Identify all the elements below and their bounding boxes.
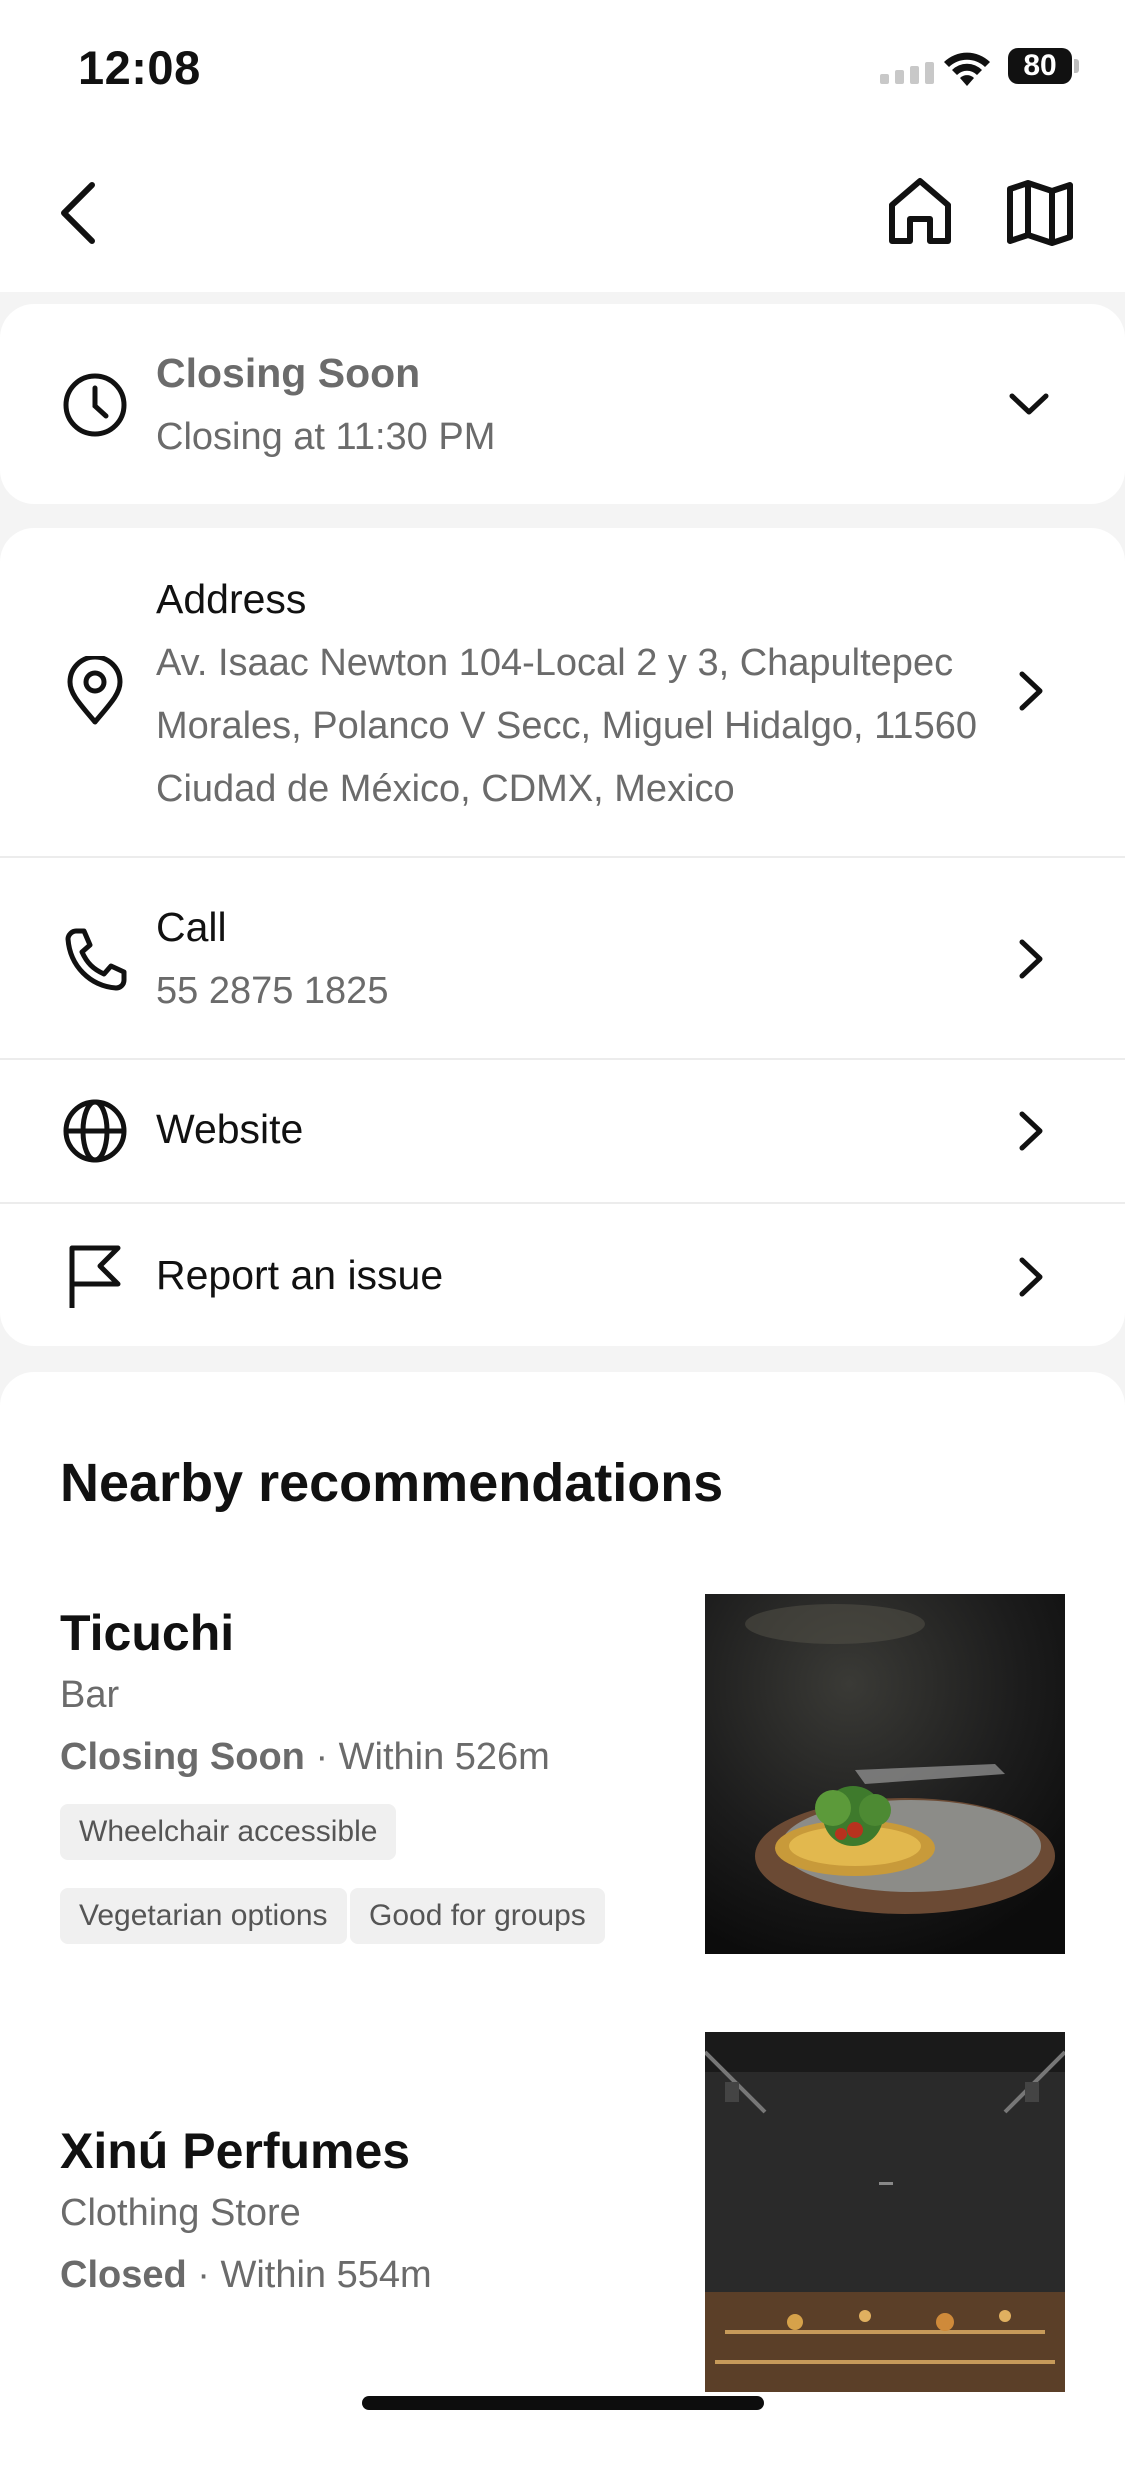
- hours-closing-time: Closing at 11:30 PM: [156, 416, 496, 458]
- battery-icon: 80: [1008, 48, 1072, 84]
- recommendation-status-line: Closed · Within 554m: [60, 2254, 432, 2297]
- address-line-3: Ciudad de México, CDMX, Mexico: [156, 768, 735, 810]
- recommendation-name: Xinú Perfumes: [60, 2123, 411, 2179]
- recommendation-status: Closed: [60, 2254, 187, 2296]
- status-bar: 12:08 80: [0, 0, 1125, 140]
- hours-status: Closing Soon: [156, 350, 421, 396]
- address-title: Address: [156, 576, 307, 622]
- recommendation-category: Bar: [60, 1674, 120, 1716]
- home-indicator[interactable]: [362, 2396, 764, 2410]
- recommendation-status: Closing Soon: [60, 1736, 305, 1778]
- report-title: Report an issue: [156, 1252, 444, 1298]
- clock-icon: [63, 373, 127, 437]
- report-issue-row[interactable]: Report an issue: [0, 1204, 1125, 1346]
- nearby-title: Nearby recommendations: [60, 1453, 724, 1513]
- website-row[interactable]: Website: [0, 1060, 1125, 1202]
- tag: Good for groups: [350, 1888, 605, 1944]
- website-title: Website: [156, 1106, 304, 1152]
- tag: Vegetarian options: [60, 1888, 347, 1944]
- hours-card[interactable]: Closing Soon Closing at 11:30 PM: [0, 304, 1125, 504]
- recommendation-photo: [705, 2032, 1065, 2392]
- phone-icon: [65, 928, 127, 991]
- top-nav-bar: [0, 140, 1125, 292]
- tag: Wheelchair accessible: [60, 1804, 397, 1860]
- call-number: 55 2875 1825: [156, 970, 389, 1012]
- chevron-right-icon: [1019, 939, 1043, 979]
- address-line-2: Morales, Polanco V Secc, Miguel Hidalgo,…: [156, 705, 977, 747]
- recommendation-category: Clothing Store: [60, 2192, 301, 2234]
- flag-icon: [69, 1245, 121, 1308]
- recommendation-photo: [705, 1594, 1065, 1954]
- battery-cap: [1074, 59, 1079, 73]
- recommendation-distance: · Within 554m: [197, 2254, 432, 2296]
- home-icon[interactable]: [880, 173, 960, 253]
- back-arrow-icon[interactable]: [42, 173, 122, 253]
- address-row[interactable]: Address Av. Isaac Newton 104-Local 2 y 3…: [0, 528, 1125, 856]
- info-card: Address Av. Isaac Newton 104-Local 2 y 3…: [0, 528, 1125, 1346]
- address-line-1: Av. Isaac Newton 104-Local 2 y 3, Chapul…: [156, 642, 954, 684]
- recommendation-name: Ticuchi: [60, 1605, 235, 1661]
- status-time: 12:08: [78, 41, 201, 94]
- nearby-recommendations-card: Nearby recommendations Ticuchi Bar Closi…: [0, 1372, 1125, 2492]
- wifi-icon: [944, 52, 990, 86]
- call-row[interactable]: Call 55 2875 1825: [0, 858, 1125, 1058]
- map-icon[interactable]: [1000, 173, 1080, 253]
- chevron-right-icon: [1019, 1257, 1043, 1297]
- recommendation-distance: · Within 526m: [315, 1736, 550, 1778]
- recommendation-status-line: Closing Soon · Within 526m: [60, 1736, 550, 1779]
- call-title: Call: [156, 904, 227, 950]
- cellular-signal-icon: [880, 62, 934, 84]
- chevron-right-icon: [1019, 1111, 1043, 1151]
- chevron-down-icon[interactable]: [1004, 384, 1054, 424]
- globe-icon: [63, 1099, 127, 1163]
- location-pin-icon: [67, 656, 123, 725]
- chevron-right-icon: [1019, 671, 1043, 711]
